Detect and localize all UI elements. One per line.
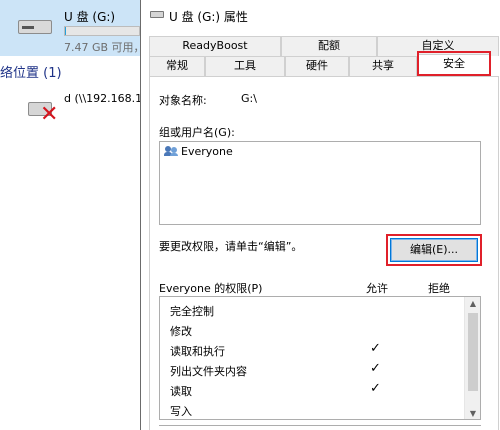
tab-sharing[interactable]: 共享 (349, 56, 417, 76)
dialog-titlebar[interactable]: U 盘 (G:) 属性 (141, 0, 500, 30)
drive-icon (150, 11, 164, 18)
scroll-down-arrow-icon[interactable]: ▼ (465, 407, 480, 419)
permission-row: 写入 (170, 405, 192, 418)
change-permissions-hint: 要更改权限，请单击“编辑”。 (159, 240, 303, 253)
allow-check-icon: ✓ (370, 381, 381, 396)
allow-check-icon: ✓ (370, 361, 381, 376)
dialog-title: U 盘 (G:) 属性 (169, 10, 248, 24)
object-name-label: 对象名称: (159, 94, 207, 107)
users-group-icon (164, 146, 178, 156)
group-or-user-label: 组或用户名(G): (159, 126, 235, 139)
permission-row: 读取和执行 (170, 345, 225, 358)
explorer-window: U 盘 (G:) 7.47 GB 可用， 络位置 (1) ✕ d (\\192.… (0, 0, 153, 430)
advanced-section-edge (159, 425, 481, 430)
tab-quota[interactable]: 配额 (281, 36, 377, 56)
scroll-up-arrow-icon[interactable]: ▲ (465, 297, 480, 311)
user-name: Everyone (181, 145, 233, 158)
users-list[interactable]: Everyone (159, 141, 481, 225)
permissions-list[interactable]: 完全控制 修改 读取和执行 ✓ 列出文件夹内容 ✓ 读取 ✓ 写入 ▲ ▼ (159, 296, 481, 420)
permission-row: 修改 (170, 325, 192, 338)
permissions-scrollbar[interactable]: ▲ ▼ (464, 297, 480, 419)
allow-column-header: 允许 (366, 282, 388, 295)
edit-button-highlight: 编辑(E)... (386, 234, 482, 266)
disconnected-network-drive-icon: ✕ (28, 98, 60, 126)
permission-row: 完全控制 (170, 305, 214, 318)
drive-free-space: 7.47 GB 可用， (64, 41, 145, 54)
tab-readyboost[interactable]: ReadyBoost (149, 36, 281, 56)
allow-check-icon: ✓ (370, 341, 381, 356)
object-name-value: G:\ (241, 92, 257, 105)
drive-name: U 盘 (G:) (64, 10, 116, 24)
permissions-label: Everyone 的权限(P) (159, 282, 263, 295)
permission-row: 读取 (170, 385, 192, 398)
tab-general[interactable]: 常规 (149, 56, 205, 76)
deny-column-header: 拒绝 (428, 282, 450, 295)
edit-button[interactable]: 编辑(E)... (390, 238, 478, 262)
drive-capacity-bar (64, 26, 140, 36)
properties-dialog: U 盘 (G:) 属性 ReadyBoost 配额 自定义 常规 工具 硬件 共… (140, 0, 500, 430)
network-locations-header[interactable]: 络位置 (1) (0, 62, 62, 81)
permission-row: 列出文件夹内容 (170, 365, 247, 378)
usb-drive-icon (18, 14, 54, 38)
security-tab-highlight (417, 51, 491, 76)
scrollbar-thumb[interactable] (468, 313, 478, 391)
tab-hardware[interactable]: 硬件 (285, 56, 349, 76)
drive-item-usb[interactable]: U 盘 (G:) 7.47 GB 可用， (0, 0, 145, 56)
tab-tools[interactable]: 工具 (205, 56, 285, 76)
list-item-everyone[interactable]: Everyone (164, 145, 233, 158)
